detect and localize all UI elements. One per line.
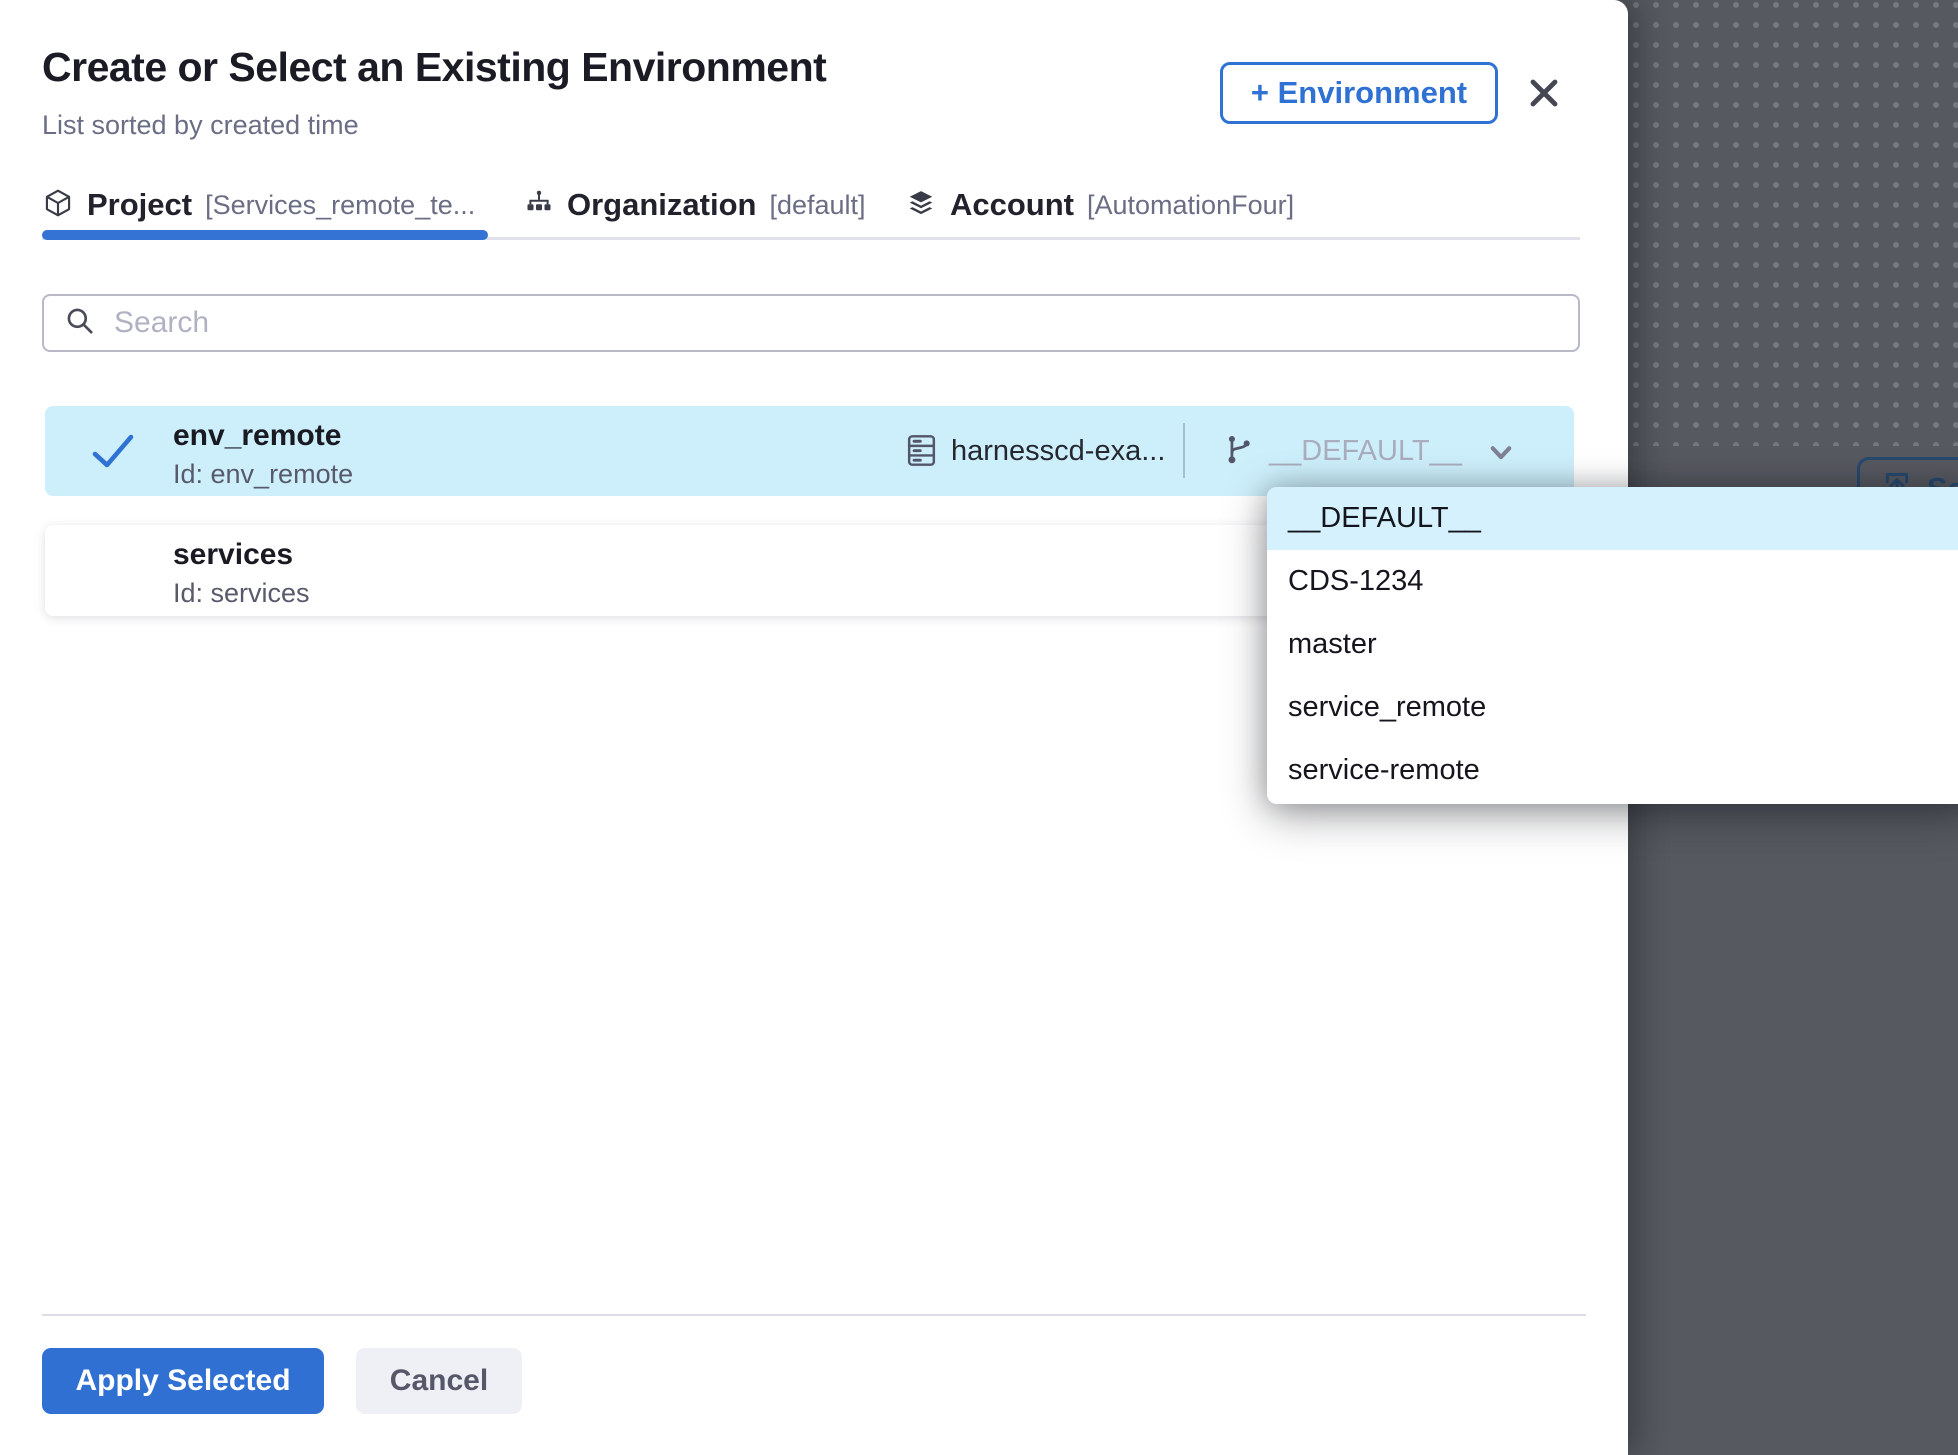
search-box bbox=[42, 294, 1580, 352]
org-chart-icon bbox=[524, 188, 554, 223]
tab-account-label: Account bbox=[950, 187, 1074, 223]
cancel-button[interactable]: Cancel bbox=[356, 1348, 522, 1414]
tab-organization[interactable]: Organization [default] bbox=[524, 182, 866, 228]
branch-option-cds-1234[interactable]: CDS-1234 bbox=[1267, 550, 1958, 613]
branch-current-value: __DEFAULT__ bbox=[1269, 435, 1462, 468]
branch-option-default[interactable]: __DEFAULT__ bbox=[1267, 487, 1958, 550]
active-tab-indicator bbox=[42, 230, 488, 240]
layers-icon bbox=[905, 188, 937, 223]
repository-name: harnesscd-exa... bbox=[951, 435, 1165, 468]
search-input[interactable] bbox=[114, 306, 1558, 340]
environment-row-env-remote[interactable]: env_remote Id: env_remote harnesscd-exa.… bbox=[45, 406, 1574, 496]
new-environment-button[interactable]: + Environment bbox=[1220, 62, 1498, 124]
branch-dropdown-menu: __DEFAULT__ CDS-1234 master service_remo… bbox=[1267, 487, 1958, 804]
close-icon[interactable] bbox=[1524, 73, 1564, 113]
branch-option-master[interactable]: master bbox=[1267, 613, 1958, 676]
sort-hint: List sorted by created time bbox=[42, 110, 359, 141]
branch-select[interactable]: __DEFAULT__ bbox=[1215, 406, 1574, 496]
branch-option-service-dash-remote[interactable]: service-remote bbox=[1267, 739, 1958, 802]
tab-account[interactable]: Account [AutomationFour] bbox=[905, 182, 1294, 228]
tab-project-scope: [Services_remote_te... bbox=[205, 190, 475, 221]
tab-project[interactable]: Project [Services_remote_te... bbox=[42, 182, 475, 228]
check-icon bbox=[91, 433, 135, 475]
tab-organization-scope: [default] bbox=[769, 190, 865, 221]
repository-icon bbox=[903, 432, 940, 474]
search-icon bbox=[64, 305, 96, 342]
tab-account-scope: [AutomationFour] bbox=[1087, 190, 1294, 221]
git-branch-icon bbox=[1223, 433, 1256, 471]
environment-id: Id: services bbox=[173, 578, 310, 609]
canvas-dot-grid bbox=[1628, 0, 1958, 446]
apply-selected-button[interactable]: Apply Selected bbox=[42, 1348, 324, 1414]
cube-icon bbox=[42, 187, 74, 224]
screen: Save Create or Select an Existing Enviro… bbox=[0, 0, 1958, 1455]
environment-name: services bbox=[173, 538, 293, 572]
vertical-divider bbox=[1183, 423, 1185, 478]
page-title: Create or Select an Existing Environment bbox=[42, 44, 826, 91]
tab-organization-label: Organization bbox=[567, 187, 756, 223]
tab-project-label: Project bbox=[87, 187, 192, 223]
chevron-down-icon[interactable] bbox=[1483, 434, 1519, 475]
branch-option-service-underscore-remote[interactable]: service_remote bbox=[1267, 676, 1958, 739]
footer-divider bbox=[42, 1314, 1586, 1316]
environment-name: env_remote bbox=[173, 419, 341, 453]
environment-id: Id: env_remote bbox=[173, 459, 353, 490]
